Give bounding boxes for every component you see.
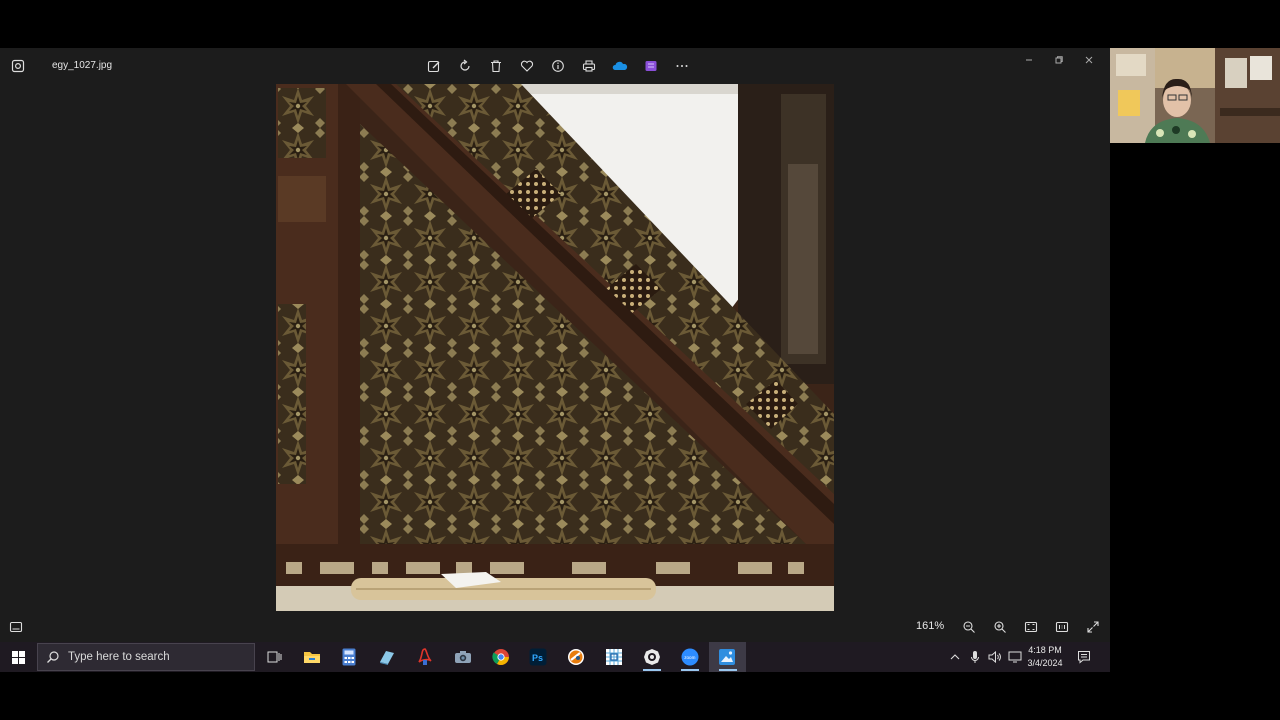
search-icon [38, 650, 68, 664]
blender-icon[interactable] [557, 642, 595, 672]
minbar-photo [276, 84, 834, 611]
presenter-video [1110, 48, 1280, 143]
fit-to-window-icon[interactable] [1020, 616, 1041, 637]
more-icon[interactable] [672, 56, 692, 76]
close-icon[interactable] [1074, 50, 1104, 70]
photo-toolbar [424, 56, 692, 76]
zoom-level: 161% [916, 620, 945, 632]
clock-date: 3/4/2024 [1027, 658, 1063, 668]
snipping-icon[interactable] [595, 642, 633, 672]
favorite-icon[interactable] [517, 56, 537, 76]
task-view-icon[interactable] [255, 642, 293, 672]
photos-window: egy_1027.jpg 161% [0, 48, 1110, 642]
restore-icon[interactable] [1044, 50, 1074, 70]
volume-icon[interactable] [988, 650, 1002, 664]
onedrive-icon[interactable] [610, 56, 630, 76]
edit-image-icon[interactable] [424, 56, 444, 76]
search-placeholder: Type here to search [68, 651, 170, 663]
bottom-bar: 161% [0, 612, 1110, 642]
chrome-icon[interactable] [482, 642, 520, 672]
photoshop-icon[interactable]: Ps [520, 642, 558, 672]
print-icon[interactable] [579, 56, 599, 76]
full-screen-icon[interactable] [1082, 616, 1103, 637]
svg-text:Ps: Ps [532, 653, 543, 663]
notification-icon[interactable] [1076, 649, 1092, 665]
file-name: egy_1027.jpg [52, 60, 113, 71]
photos-icon[interactable] [708, 642, 747, 672]
titlebar: egy_1027.jpg [0, 48, 1110, 84]
taskbar-apps: Ps zoom [255, 642, 747, 672]
network-icon[interactable] [1008, 650, 1022, 664]
rotate-icon[interactable] [455, 56, 475, 76]
notepad-icon[interactable] [368, 642, 406, 672]
window-controls [1014, 50, 1104, 70]
photo-canvas[interactable] [276, 84, 834, 611]
settings-icon[interactable] [633, 642, 671, 672]
info-icon[interactable] [548, 56, 568, 76]
acrobat-icon[interactable] [406, 642, 444, 672]
file-explorer-icon[interactable] [293, 642, 331, 672]
taskbar: Type here to search Ps zoom 4:18 PM 3/4/… [0, 642, 1110, 672]
zoom-tools [958, 616, 1103, 637]
zoom-in-icon[interactable] [989, 616, 1010, 637]
filmstrip-icon[interactable] [6, 618, 26, 636]
zoom-out-icon[interactable] [958, 616, 979, 637]
photos-app-icon[interactable] [6, 54, 30, 78]
clock-time: 4:18 PM [1028, 645, 1062, 655]
chevron-up-icon[interactable] [948, 650, 962, 664]
actual-size-icon[interactable] [1051, 616, 1072, 637]
minimize-icon[interactable] [1014, 50, 1044, 70]
camera-icon[interactable] [444, 642, 482, 672]
calculator-icon[interactable] [331, 642, 369, 672]
webcam-feed [1110, 48, 1280, 143]
svg-text:zoom: zoom [684, 655, 695, 660]
delete-icon[interactable] [486, 56, 506, 76]
zoom-icon[interactable]: zoom [671, 642, 709, 672]
taskbar-search-input[interactable]: Type here to search [37, 643, 255, 671]
windows-start-icon[interactable] [0, 642, 36, 672]
taskbar-clock[interactable]: 4:18 PM 3/4/2024 [1022, 644, 1068, 670]
system-tray [948, 642, 1022, 672]
clipchamp-icon[interactable] [641, 56, 661, 76]
microphone-icon[interactable] [968, 650, 982, 664]
